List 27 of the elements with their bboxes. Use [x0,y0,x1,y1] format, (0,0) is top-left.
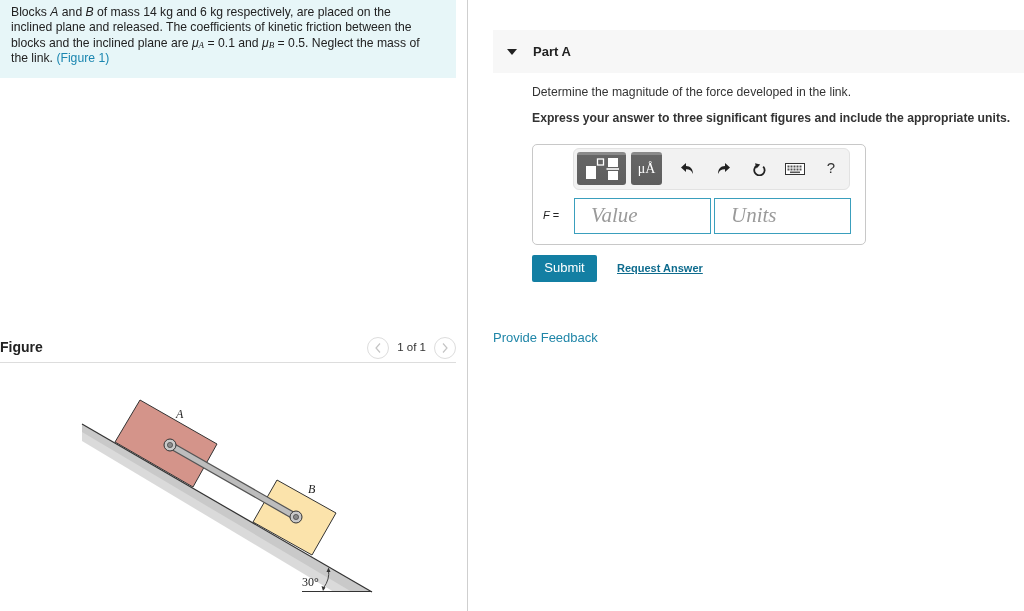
reset-icon [752,161,766,176]
part-title: Part A [533,42,571,61]
figure-title: Figure [0,338,43,357]
feedback-link[interactable]: Provide Feedback [493,327,598,348]
pager-text: 1 of 1 [397,339,426,355]
instruction-text: Express your answer to three significant figures and include the appropriate units. [532,110,1012,128]
help-button[interactable]: ? [819,154,843,183]
part-header[interactable]: Part A [493,30,1024,73]
value-field[interactable]: Value [574,197,711,234]
undo-icon [680,162,694,176]
symbols-button[interactable]: μÅ [631,152,662,186]
keyboard-icon [785,162,805,175]
request-answer-link[interactable]: Request Answer [617,259,703,277]
problem-statement: Blocks A and B of mass 14 kg and 6 kg respectively, are placed on the inclined plane and released. The coefficients of kinetic friction between the blocks and the inclined plane are μ$_{A}$ = 0.1 and μ$_{B}$ = 0.5. Neglect the mass of the link. (Figure 1) [11,5,421,67]
question-text: Determine the magnitude of the force developed in the link. [532,84,853,101]
chevron-right-icon [442,342,448,353]
angle-label: 30° [302,575,319,589]
chevron-left-icon [375,342,382,353]
units-field[interactable]: Units [714,197,851,234]
redo-icon [716,162,730,176]
block-label: B [308,482,316,496]
block-label: A [176,407,184,421]
submit-button[interactable]: Submit [532,254,597,282]
figure-link[interactable]: (Figure 1) [56,50,110,65]
variable-label: F = [543,208,561,224]
templates-button[interactable] [577,152,626,186]
template-icon [584,156,619,181]
